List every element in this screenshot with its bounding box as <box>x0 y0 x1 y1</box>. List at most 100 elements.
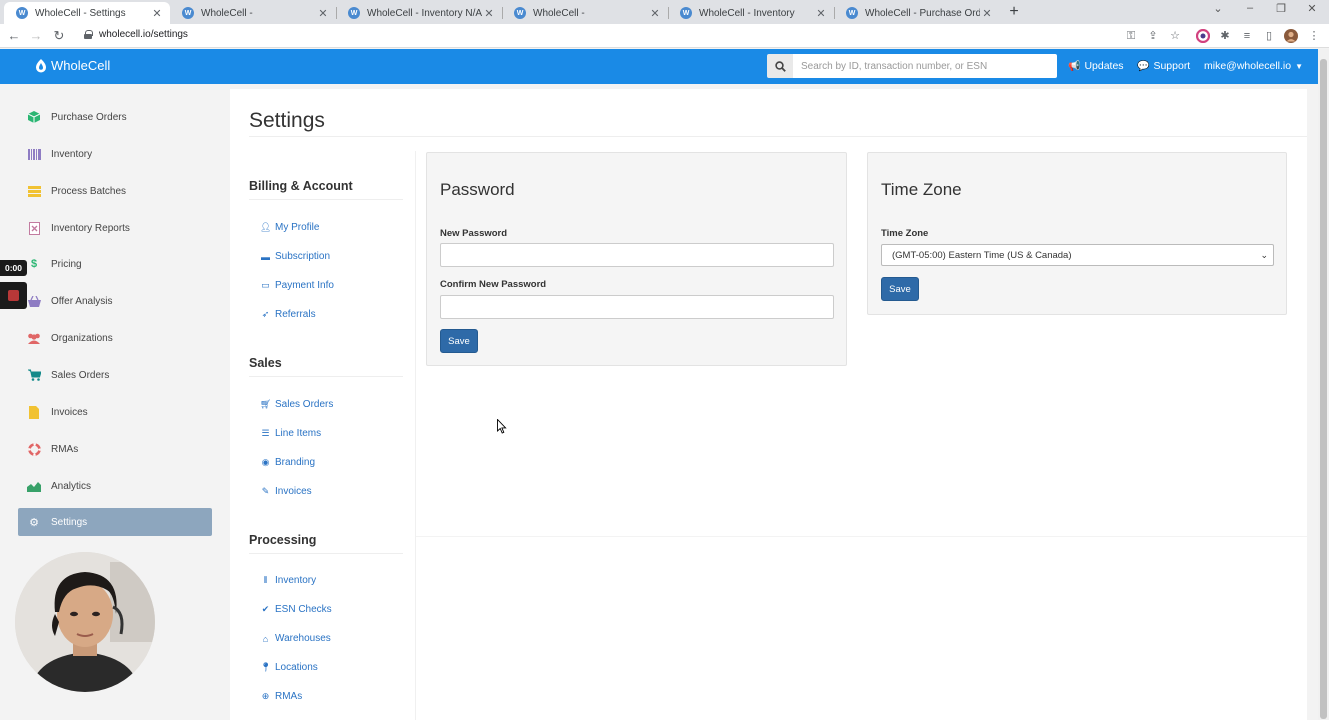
settings-link-esn-checks[interactable]: ✔ ESN Checks <box>260 604 332 615</box>
settings-link-label: My Profile <box>275 222 320 233</box>
stop-recording-button[interactable] <box>0 282 27 309</box>
restore-icon[interactable]: ❐ <box>1273 2 1289 15</box>
url-field[interactable]: wholecell.io/settings <box>84 29 188 40</box>
share-icon[interactable]: ⇪ <box>1146 29 1160 43</box>
browser-menu-icon[interactable]: ⋮ <box>1307 29 1321 43</box>
eye-icon: ◉ <box>261 457 270 467</box>
browser-tab[interactable]: W WholeCell - Purchase Order #45 ✕ <box>834 2 1000 24</box>
sidebar-item-label: Sales Orders <box>51 369 110 381</box>
webcam-bubble[interactable] <box>15 552 155 692</box>
minimize-icon[interactable]: – <box>1242 2 1258 14</box>
settings-link-invoices[interactable]: ✎ Invoices <box>260 486 312 497</box>
settings-link-inventory[interactable]: ⦀ Inventory <box>260 575 317 586</box>
sidebar-item-analytics[interactable]: Analytics <box>18 472 212 500</box>
settings-link-referrals[interactable]: ➶ Referrals <box>260 309 316 320</box>
timezone-card: Time Zone Time Zone (GMT-05:00) Eastern … <box>867 152 1287 315</box>
profile-avatar-icon[interactable] <box>1284 29 1298 43</box>
sidebar-item-pricing[interactable]: $ Pricing <box>18 250 212 278</box>
bookmark-star-icon[interactable]: ☆ <box>1168 29 1182 43</box>
browser-tab[interactable]: W WholeCell - Settings ✕ <box>4 2 170 24</box>
divider <box>249 376 403 377</box>
settings-link-label: Invoices <box>275 486 312 497</box>
search-button[interactable] <box>767 54 793 78</box>
reading-list-icon[interactable]: ≡ <box>1240 29 1254 43</box>
rocket-icon: ➶ <box>261 309 270 319</box>
basket-icon <box>27 295 41 307</box>
settings-link-payment-info[interactable]: ▭ Payment Info <box>260 280 334 291</box>
megaphone-icon: 📢 <box>1068 60 1081 72</box>
divider <box>416 536 1307 537</box>
sidebar-item-organizations[interactable]: Organizations <box>18 324 212 352</box>
sidebar-item-settings[interactable]: ⚙ Settings <box>18 508 212 536</box>
close-tab-icon[interactable]: ✕ <box>648 7 662 20</box>
reload-icon[interactable]: ↻ <box>51 28 67 44</box>
sidebar-item-process-batches[interactable]: Process Batches <box>18 177 212 205</box>
page-scrollbar[interactable] <box>1318 49 1329 720</box>
updates-link[interactable]: 📢 Updates <box>1068 60 1124 72</box>
scrollbar-thumb[interactable] <box>1320 59 1327 719</box>
lock-icon <box>84 30 93 39</box>
brand-link[interactable]: WholeCell <box>35 58 110 73</box>
sidebar-item-sales-orders[interactable]: Sales Orders <box>18 361 212 389</box>
forward-icon[interactable]: → <box>28 28 44 44</box>
sidebar-item-inventory-reports[interactable]: Inventory Reports <box>18 214 212 242</box>
save-timezone-button[interactable]: Save <box>881 277 919 301</box>
sidebar-item-label: Pricing <box>51 258 82 270</box>
password-card: Password New Password Confirm New Passwo… <box>426 152 847 366</box>
card-title: Password <box>440 180 515 199</box>
new-tab-icon[interactable]: + <box>1006 3 1022 21</box>
close-window-icon[interactable]: ✕ <box>1304 2 1320 15</box>
settings-link-my-profile[interactable]: 👤︎ My Profile <box>260 222 319 233</box>
close-tab-icon[interactable]: ✕ <box>316 7 330 20</box>
settings-link-label: Payment Info <box>275 280 334 291</box>
sidebar-item-rmas[interactable]: RMAs <box>18 435 212 463</box>
sidebar-item-purchase-orders[interactable]: Purchase Orders <box>18 103 212 131</box>
wholecell-favicon-icon: W <box>514 7 526 19</box>
browser-tab[interactable]: W WholeCell - Inventory N/A ✕ <box>336 2 502 24</box>
browser-tab[interactable]: W WholeCell - Inventory ✕ <box>668 2 834 24</box>
sidebar-item-invoices[interactable]: Invoices <box>18 398 212 426</box>
tab-search-chevron-icon[interactable]: ⌄ <box>1210 2 1226 15</box>
key-icon[interactable]: ⚿ <box>1124 29 1138 43</box>
settings-link-line-items[interactable]: ☰ Line Items <box>260 428 321 439</box>
close-tab-icon[interactable]: ✕ <box>482 7 496 20</box>
new-password-label: New Password <box>440 228 508 239</box>
user-menu[interactable]: mike@wholecell.io ▼ <box>1204 60 1303 72</box>
close-tab-icon[interactable]: ✕ <box>814 7 828 20</box>
settings-link-sales-orders[interactable]: 🛒︎ Sales Orders <box>260 399 333 410</box>
settings-link-warehouses[interactable]: ⌂ Warehouses <box>260 633 331 644</box>
divider <box>249 136 1307 137</box>
confirm-password-field[interactable] <box>440 295 834 319</box>
extension-circle-icon[interactable] <box>1195 28 1211 44</box>
search-input[interactable] <box>793 54 1057 78</box>
close-tab-icon[interactable]: ✕ <box>980 7 994 20</box>
timezone-select[interactable]: (GMT-05:00) Eastern Time (US & Canada) ⌄ <box>881 244 1274 266</box>
sidebar-item-label: Inventory Reports <box>51 222 130 234</box>
settings-link-subscription[interactable]: ▬ Subscription <box>260 251 330 262</box>
back-icon[interactable]: ← <box>6 28 22 44</box>
settings-link-label: Sales Orders <box>275 399 334 410</box>
save-password-button[interactable]: Save <box>440 329 478 353</box>
wholecell-favicon-icon: W <box>16 7 28 19</box>
close-tab-icon[interactable]: ✕ <box>150 7 164 20</box>
sidebar-item-label: Invoices <box>51 406 88 418</box>
top-navbar: WholeCell 📢 Updates 💬 Support mike@whole… <box>0 49 1318 84</box>
settings-link-rmas[interactable]: ⊕ RMAs <box>260 691 303 702</box>
page-title: Settings <box>249 109 325 132</box>
box-icon <box>27 111 41 123</box>
check-circle-icon: ✔ <box>261 604 270 614</box>
sidebar-item-label: Process Batches <box>51 185 127 197</box>
settings-link-locations[interactable]: 📍︎ Locations <box>260 662 318 673</box>
cart-icon: 🛒︎ <box>260 399 272 409</box>
browser-tab[interactable]: W WholeCell - ✕ <box>170 2 336 24</box>
puzzle-icon[interactable]: ✱ <box>1218 29 1232 43</box>
timezone-selected-value: (GMT-05:00) Eastern Time (US & Canada) <box>892 249 1072 261</box>
settings-link-branding[interactable]: ◉ Branding <box>260 457 315 468</box>
new-password-field[interactable] <box>440 243 834 267</box>
support-link[interactable]: 💬 Support <box>1137 60 1190 72</box>
browser-tab[interactable]: W WholeCell - ✕ <box>502 2 668 24</box>
sidebar-item-offer-analysis[interactable]: Offer Analysis <box>18 287 212 315</box>
sidebar-item-inventory[interactable]: Inventory <box>18 140 212 168</box>
address-bar: ← → ↻ wholecell.io/settings ⚿ ⇪ ☆ ✱ ≡ ▯ … <box>0 24 1329 48</box>
side-panel-icon[interactable]: ▯ <box>1262 29 1276 43</box>
